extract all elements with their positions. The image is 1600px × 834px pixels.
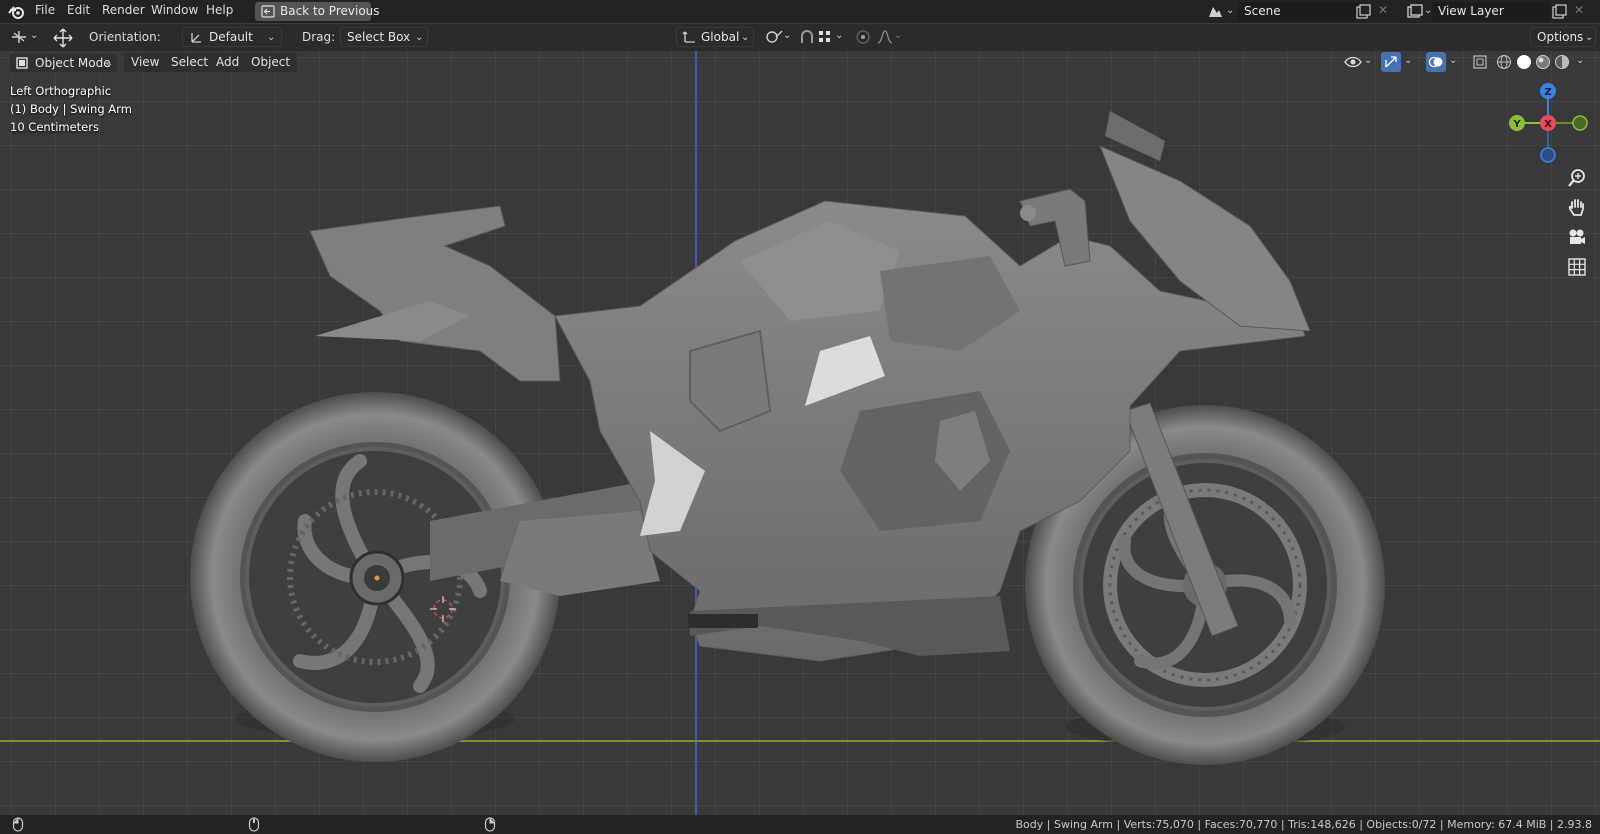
- pivot-chevron-icon[interactable]: ⌄: [783, 30, 791, 41]
- material-icon[interactable]: [1535, 54, 1551, 70]
- overlay-toggle[interactable]: [1426, 52, 1446, 72]
- back-to-previous-button[interactable]: Back to Previous: [255, 2, 380, 21]
- scene-statistics: Body | Swing Arm | Verts:75,070 | Faces:…: [1015, 818, 1593, 831]
- link-icon[interactable]: [764, 28, 784, 46]
- snap-icon[interactable]: [798, 28, 816, 46]
- transform-orientation-value: Global: [701, 30, 740, 44]
- motorcycle-model[interactable]: [0, 51, 1600, 815]
- global-axes-icon: [682, 31, 695, 43]
- delete-view-layer-icon[interactable]: ✕: [1574, 3, 1584, 17]
- orientation-value: Default: [209, 30, 253, 44]
- viewport-menu-object[interactable]: Object: [244, 53, 298, 72]
- object-mode-icon: [16, 57, 28, 69]
- falloff-chevron-icon[interactable]: ⌄: [894, 30, 902, 41]
- viewport-menu-add[interactable]: Add: [209, 53, 247, 72]
- viewport-menu-select[interactable]: Select: [164, 53, 216, 72]
- rendered-icon[interactable]: [1554, 54, 1570, 70]
- zoom-icon[interactable]: [1566, 167, 1588, 189]
- delete-scene-icon[interactable]: ✕: [1378, 3, 1388, 17]
- drag-chevron-icon: ⌄: [415, 32, 424, 43]
- menu-edit[interactable]: Edit: [67, 3, 90, 17]
- move-icon[interactable]: [52, 27, 74, 49]
- grid-icon[interactable]: [1566, 256, 1588, 278]
- top-bar: File Edit Render Window Help Back to Pre…: [0, 0, 1600, 23]
- view-layer-name: View Layer: [1438, 4, 1504, 18]
- snap-chevron-icon[interactable]: ⌄: [835, 30, 843, 41]
- object-mode-dropdown[interactable]: Object Mode ⌄: [9, 53, 118, 73]
- gizmo-toggle[interactable]: [1381, 52, 1401, 72]
- transform-orientation-dropdown[interactable]: Global ⌄: [676, 27, 754, 47]
- editor-type-chevron-icon[interactable]: ⌄: [30, 30, 38, 41]
- xray-icon[interactable]: [1472, 54, 1488, 70]
- visibility-chevron-icon[interactable]: ⌄: [1364, 55, 1372, 66]
- back-to-previous-label: Back to Previous: [280, 4, 380, 18]
- options-label: Options: [1537, 30, 1584, 44]
- orientation-icon: [191, 33, 201, 43]
- proportional-icon[interactable]: [855, 29, 871, 45]
- drag-value: Select Box: [347, 30, 411, 44]
- options-dropdown[interactable]: Options ⌄: [1530, 27, 1596, 47]
- solid-icon[interactable]: [1516, 54, 1532, 70]
- gizmo-y-label: Y: [1512, 119, 1521, 130]
- blender-logo-icon[interactable]: [8, 3, 26, 20]
- orientation-label: Orientation:: [89, 30, 161, 44]
- mouse-middle-icon: [248, 817, 260, 832]
- editor-type-icon[interactable]: [10, 29, 28, 45]
- options-chevron-icon: ⌄: [1585, 32, 1594, 43]
- view-name-label: Left Orthographic: [10, 84, 112, 98]
- back-icon: [261, 5, 275, 18]
- orientation-chevron-icon: ⌄: [267, 32, 276, 43]
- transform-orientation-chevron-icon: ⌄: [741, 32, 750, 43]
- drag-dropdown[interactable]: Select Box ⌄: [340, 27, 428, 47]
- overlay-icon: [1428, 56, 1443, 68]
- snap-grid-icon[interactable]: [818, 30, 832, 44]
- scene-dropdown-chevron-icon[interactable]: ⌄: [1226, 5, 1234, 16]
- grid-scale-label: 10 Centimeters: [10, 120, 99, 134]
- object-mode-value: Object Mode: [35, 56, 111, 70]
- gizmo-chevron-icon[interactable]: ⌄: [1404, 55, 1412, 66]
- tool-header: ⌄ Orientation: Default ⌄ Drag: Select Bo…: [0, 24, 1600, 51]
- new-scene-icon[interactable]: [1356, 4, 1371, 19]
- view-layer-icon[interactable]: [1406, 3, 1424, 20]
- drag-label: Drag:: [302, 30, 336, 44]
- 3d-viewport[interactable]: Object Mode ⌄ View Select Add Object ⌄ ⌄…: [0, 51, 1600, 815]
- object-mode-chevron-icon: ⌄: [105, 58, 114, 69]
- menu-file[interactable]: File: [35, 3, 55, 17]
- gizmo-icon: [1385, 56, 1397, 68]
- new-view-layer-icon[interactable]: [1552, 4, 1567, 19]
- camera-icon[interactable]: [1566, 226, 1588, 248]
- active-object-label: (1) Body | Swing Arm: [10, 102, 132, 116]
- gizmo-z-label: Z: [1544, 87, 1551, 98]
- orientation-dropdown[interactable]: Default ⌄: [182, 27, 282, 47]
- falloff-icon[interactable]: [877, 29, 893, 45]
- scene-icon[interactable]: [1206, 3, 1224, 20]
- viewport-menu-view[interactable]: View: [124, 53, 167, 72]
- hand-icon[interactable]: [1566, 196, 1588, 218]
- overlay-chevron-icon[interactable]: ⌄: [1449, 55, 1457, 66]
- shading-chevron-icon[interactable]: ⌄: [1576, 55, 1584, 66]
- menu-window[interactable]: Window: [151, 3, 198, 17]
- menu-help[interactable]: Help: [206, 3, 233, 17]
- view-layer-field[interactable]: View Layer: [1432, 2, 1550, 21]
- mouse-right-icon: [484, 817, 496, 832]
- visibility-icon[interactable]: [1344, 54, 1362, 70]
- mouse-left-icon: [12, 817, 24, 832]
- menu-render[interactable]: Render: [102, 3, 145, 17]
- wireframe-icon[interactable]: [1496, 54, 1512, 70]
- scene-field[interactable]: Scene: [1238, 2, 1360, 21]
- gizmo-x-label: X: [1544, 119, 1552, 130]
- navigation-gizmo[interactable]: X Z Y: [1503, 81, 1593, 167]
- scene-name: Scene: [1244, 4, 1281, 18]
- status-bar: Body | Swing Arm | Verts:75,070 | Faces:…: [0, 815, 1600, 834]
